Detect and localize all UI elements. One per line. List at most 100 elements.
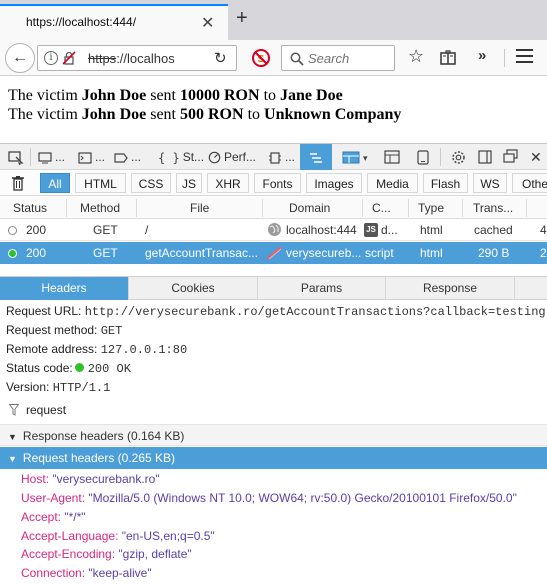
- column-domain[interactable]: Domain: [289, 201, 330, 215]
- request-headers-toggle[interactable]: ▼ Request headers (0.265 KB): [0, 447, 547, 469]
- search-box[interactable]: [281, 45, 395, 71]
- cell-transferred: cached: [474, 223, 513, 237]
- header-row-accept-encoding[interactable]: Accept-Encoding: "gzip, deflate": [21, 547, 192, 561]
- search-input[interactable]: [308, 49, 392, 67]
- close-tab-icon[interactable]: ✕: [201, 13, 214, 33]
- status-code-row: Status code: 200 OK: [6, 361, 131, 376]
- cell-type: html: [420, 246, 443, 260]
- tab-params[interactable]: Params: [258, 277, 386, 300]
- header-row-user-agent[interactable]: User-Agent: "Mozilla/5.0 (Windows NT 10.…: [21, 491, 517, 505]
- expand-triangle-icon: ▼: [8, 453, 17, 464]
- braces-icon: { }: [158, 150, 180, 165]
- header-filter: [6, 401, 547, 419]
- header-row-accept[interactable]: Accept: "*/*": [21, 510, 86, 524]
- tab-performance[interactable]: Perf...: [208, 144, 256, 170]
- version-value: HTTP/1.1: [52, 381, 111, 395]
- version-row: Version: HTTP/1.1: [6, 380, 110, 395]
- dom-panel-icon[interactable]: [384, 150, 400, 164]
- table-row-selected[interactable]: 200 GET getAccountTransac... verysecureb…: [0, 242, 547, 264]
- url-scheme: https: [88, 51, 117, 66]
- column-file[interactable]: File: [190, 201, 209, 215]
- filter-fonts-button[interactable]: Fonts: [254, 173, 301, 193]
- tab-response[interactable]: Response: [386, 277, 515, 300]
- column-method[interactable]: Method: [80, 201, 120, 215]
- cell-cause: script: [365, 246, 394, 260]
- cell-size: 2: [540, 246, 547, 260]
- request-method-row: Request method: GET: [6, 323, 122, 338]
- network-filter-bar: All HTML CSS JS XHR Fonts Images Media F…: [0, 170, 547, 196]
- responsive-mode-icon[interactable]: [417, 150, 429, 165]
- filter-html-button[interactable]: HTML: [75, 173, 126, 193]
- status-code-value: 200 OK: [87, 362, 131, 376]
- tab-label: ...: [131, 150, 142, 164]
- header-key: Host:: [21, 472, 50, 486]
- column-transferred[interactable]: Trans...: [473, 201, 513, 215]
- tab-debugger[interactable]: ...: [114, 144, 141, 170]
- request-url-row: Request URL: http://verysecurebank.ro/ge…: [6, 304, 546, 319]
- tab-cookies[interactable]: Cookies: [129, 277, 258, 300]
- overflow-chevron-icon[interactable]: »: [478, 47, 486, 64]
- pick-element-icon[interactable]: [8, 150, 24, 166]
- header-value: "keep-alive": [88, 566, 152, 580]
- browser-tab[interactable]: https://localhost:444/ ✕: [0, 4, 228, 40]
- tab-memory[interactable]: ...: [268, 144, 295, 170]
- tab-headers[interactable]: Headers: [0, 277, 129, 300]
- info-icon[interactable]: i: [44, 51, 58, 65]
- filter-flash-button[interactable]: Flash: [423, 173, 468, 193]
- filter-css-button[interactable]: CSS: [131, 173, 171, 193]
- tab-label: ...: [95, 150, 106, 164]
- close-devtools-icon[interactable]: ✕: [530, 144, 542, 170]
- table-row[interactable]: 200 GET / localhost:444 JS d... html cac…: [0, 219, 547, 241]
- filter-ws-button[interactable]: WS: [473, 173, 507, 193]
- dropdown-chevron-icon[interactable]: ▾: [363, 153, 368, 163]
- filter-other-button[interactable]: Othe: [512, 173, 547, 193]
- column-type[interactable]: Type: [418, 201, 444, 215]
- tab-storage[interactable]: ▾: [342, 144, 368, 170]
- column-status[interactable]: Status: [13, 201, 47, 215]
- tab-inspector[interactable]: ...: [38, 144, 65, 170]
- hamburger-menu-icon[interactable]: [516, 49, 533, 63]
- filter-images-button[interactable]: Images: [306, 173, 362, 193]
- cell-cause: d...: [381, 223, 398, 237]
- debugger-icon: [114, 153, 128, 163]
- header-value: "Mozilla/5.0 (Windows NT 10.0; WOW64; rv…: [88, 491, 517, 505]
- amount: 10000 RON: [180, 87, 260, 104]
- filter-js-button[interactable]: JS: [176, 173, 202, 193]
- header-key: Accept:: [21, 510, 62, 524]
- inspector-icon: [38, 152, 52, 164]
- url-bar[interactable]: i https://localhos ↻: [37, 45, 237, 71]
- trash-icon[interactable]: [11, 175, 25, 191]
- request-url-value[interactable]: http://verysecurebank.ro/getAccountTrans…: [85, 305, 546, 319]
- response-headers-toggle[interactable]: ▼ Response headers (0.164 KB): [0, 424, 547, 446]
- cell-transferred: 290 B: [478, 246, 510, 260]
- filter-all-button[interactable]: All: [40, 173, 70, 193]
- settings-gear-icon[interactable]: [451, 150, 466, 165]
- tab-console[interactable]: ...: [78, 144, 105, 170]
- filter-media-button[interactable]: Media: [367, 173, 418, 193]
- reload-icon[interactable]: ↻: [214, 49, 227, 67]
- back-button[interactable]: ←: [5, 43, 35, 73]
- header-row-host[interactable]: Host: "verysecurebank.ro": [21, 472, 160, 486]
- insecure-lock-icon[interactable]: [62, 51, 76, 65]
- header-key: User-Agent:: [21, 491, 86, 505]
- noscript-icon[interactable]: S: [251, 48, 271, 68]
- bookmark-star-icon[interactable]: ☆: [408, 46, 424, 67]
- tab-network[interactable]: [300, 144, 332, 170]
- sender-name: John Doe: [81, 106, 147, 123]
- header-filter-input[interactable]: [26, 401, 226, 419]
- new-tab-button[interactable]: +: [236, 8, 248, 28]
- storage-icon: [342, 151, 360, 164]
- status-indicator: [8, 226, 17, 235]
- section-title: Response headers (0.164 KB): [22, 429, 185, 443]
- cell-domain: localhost:444: [286, 223, 357, 237]
- url-text[interactable]: https://localhos: [88, 51, 180, 66]
- column-cause[interactable]: C...: [372, 201, 391, 215]
- header-row-connection[interactable]: Connection: "keep-alive": [21, 566, 152, 580]
- library-icon[interactable]: [440, 50, 456, 66]
- tab-style-editor[interactable]: { } St...: [158, 144, 204, 170]
- undock-window-icon[interactable]: [503, 149, 518, 164]
- header-row-accept-language[interactable]: Accept-Language: "en-US,en;q=0.5": [21, 529, 215, 543]
- insecure-lock-icon: [266, 246, 282, 260]
- filter-xhr-button[interactable]: XHR: [207, 173, 249, 193]
- dock-side-icon[interactable]: [478, 150, 492, 164]
